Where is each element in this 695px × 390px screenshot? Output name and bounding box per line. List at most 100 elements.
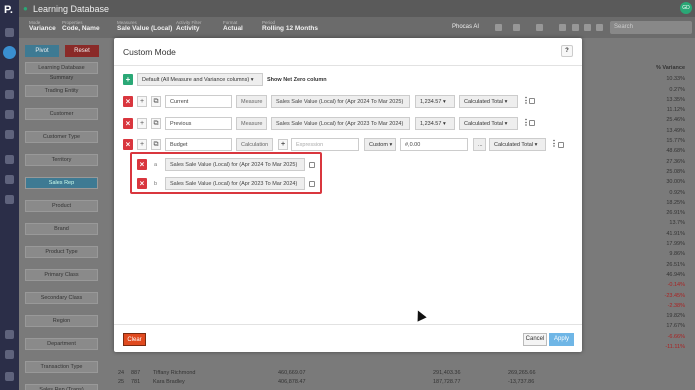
favorites-icon[interactable] [5, 70, 14, 79]
remove-row-button[interactable]: × [123, 96, 133, 107]
variance-column: % Variance 10.33% 0.27% 13.35% 11.12% 25.46%… [635, 65, 685, 354]
help-icon[interactable] [5, 330, 14, 339]
operand-measure-field[interactable]: Sales Sale Value (Local) for (Apr 2024 T… [165, 158, 305, 171]
grid-icon[interactable] [536, 24, 543, 31]
filter-period[interactable]: Period Rolling 12 Months [262, 20, 318, 32]
copy-row-button[interactable]: ⧉ [151, 96, 161, 107]
dimension-item[interactable]: Region [25, 315, 98, 327]
dimension-item[interactable]: Brand [25, 223, 98, 235]
add-row-button[interactable]: + [137, 96, 147, 107]
filter-mode[interactable]: Mode Variance [29, 20, 56, 32]
reports-icon[interactable] [5, 110, 14, 119]
total-type-dropdown[interactable]: Calculated Total ▾ [459, 95, 518, 108]
dimension-item[interactable]: Customer [25, 108, 98, 120]
remove-row-button[interactable]: × [123, 139, 133, 150]
row-checkbox[interactable] [558, 142, 564, 148]
column-name-input[interactable]: Previous [165, 117, 232, 130]
remove-operand-button[interactable]: × [137, 159, 147, 170]
filter-measures[interactable]: Measures Sale Value (Local) [117, 20, 172, 32]
more-icon[interactable] [596, 24, 603, 31]
custom-format-input[interactable]: #,0.00 [400, 138, 468, 151]
expression-input[interactable]: Expression [291, 138, 359, 151]
copy-row-button[interactable]: ⧉ [151, 139, 161, 150]
measure-field[interactable]: Sales Sale Value (Local) for (Apr 2023 T… [271, 117, 410, 130]
remove-row-button[interactable]: × [123, 118, 133, 129]
dimension-item[interactable]: Product Type [25, 246, 98, 258]
add-column-button[interactable]: + [123, 74, 133, 85]
number-format-dropdown[interactable]: 1,234.57 ▾ [415, 95, 455, 108]
filter-value: Sale Value (Local) [117, 25, 173, 32]
row-checkbox[interactable] [529, 120, 535, 126]
database-icon[interactable] [3, 46, 16, 59]
variance-cell: 26.91% [666, 210, 685, 217]
remove-operand-button[interactable]: × [137, 178, 147, 189]
gear-icon[interactable] [559, 24, 566, 31]
add-operand-button[interactable]: + [278, 139, 288, 150]
number-format-dropdown[interactable]: 1,234.57 ▾ [415, 117, 455, 130]
operand-checkbox[interactable] [309, 181, 315, 187]
settings-icon[interactable] [5, 372, 14, 381]
format-type-dropdown[interactable]: Custom ▾ [364, 138, 396, 151]
dimension-item[interactable]: Trading Entity [25, 85, 98, 97]
add-row-button[interactable]: + [137, 139, 147, 150]
filter-format[interactable]: Format Actual [223, 20, 243, 32]
upload-icon[interactable] [572, 24, 579, 31]
more-options-icon[interactable]: ⋮ [522, 95, 530, 106]
dimension-item[interactable]: Sales Rep [25, 177, 98, 189]
variance-cell: 26.51% [666, 261, 685, 268]
column-name-input[interactable]: Budget [165, 138, 232, 151]
search-input[interactable]: Search [610, 21, 692, 34]
show-net-zero-label[interactable]: Show Net Zero column [267, 77, 327, 83]
measure-field[interactable]: Sales Sale Value (Local) for (Apr 2024 T… [271, 95, 410, 108]
heart-icon[interactable] [5, 175, 14, 184]
default-columns-dropdown[interactable]: Default (All Measure and Variance column… [137, 73, 263, 86]
dimension-item[interactable]: Transaction Type [25, 361, 98, 373]
format-ellipsis-button[interactable]: ... [473, 138, 486, 151]
history-icon[interactable] [5, 155, 14, 164]
dimension-item[interactable]: Territory [25, 154, 98, 166]
dashboard-icon[interactable] [5, 90, 14, 99]
total-type-dropdown[interactable]: Calculated Total ▾ [459, 117, 518, 130]
filter-activity[interactable]: Activity Filter Activity [176, 20, 202, 32]
cube-icon[interactable] [513, 24, 520, 31]
phocas-ai-button[interactable]: Phocas AI [452, 24, 479, 30]
operand-checkbox[interactable] [309, 162, 315, 168]
dimension-item[interactable]: Secondary Class [25, 292, 98, 304]
column-type-label: Measure [236, 95, 268, 108]
dimension-item[interactable]: Customer Type [25, 131, 98, 143]
star-icon[interactable]: ● [23, 4, 28, 13]
add-row-button[interactable]: + [137, 118, 147, 129]
table-row[interactable]: 24 887 Tiffany Richmond 460,669.07 291,403.3… [113, 370, 695, 379]
dimension-item[interactable]: Primary Class [25, 269, 98, 281]
apply-button[interactable]: Apply [549, 333, 574, 346]
variance-cell: 46.94% [666, 271, 685, 278]
operand-letter: a [154, 162, 158, 168]
dimension-item[interactable]: Department [25, 338, 98, 350]
operand-measure-field[interactable]: Sales Sale Value (Local) for (Apr 2023 T… [165, 177, 305, 190]
column-type-label: Measure [236, 117, 268, 130]
reset-button[interactable]: Reset [64, 45, 99, 57]
cloud-icon[interactable] [5, 195, 14, 204]
table-row[interactable]: 25 781 Kara Bradley 406,878.47 187,728.77 -13… [113, 379, 695, 388]
filter-properties[interactable]: Properties Code, Name [62, 20, 100, 32]
column-name-input[interactable]: Current [165, 95, 232, 108]
download-icon[interactable] [584, 24, 591, 31]
home-icon[interactable] [5, 28, 14, 37]
variance-cell: 9.86% [669, 251, 685, 258]
total-type-dropdown[interactable]: Calculated Total ▾ [489, 138, 546, 151]
clear-button[interactable]: Clear [123, 333, 146, 346]
copy-row-button[interactable]: ⧉ [151, 118, 161, 129]
dimension-item[interactable]: Learning Database Summary [25, 62, 98, 81]
more-options-icon[interactable]: ⋮ [522, 117, 530, 128]
chart-icon[interactable] [495, 24, 502, 31]
row-checkbox[interactable] [529, 98, 535, 104]
avatar[interactable]: GD [680, 2, 692, 14]
help-button[interactable]: ? [561, 45, 573, 57]
cancel-button[interactable]: Cancel [523, 333, 547, 346]
dimension-item[interactable]: Sales Rep (Trans) [25, 384, 98, 390]
add-icon[interactable] [5, 350, 14, 359]
more-options-icon[interactable]: ⋮ [550, 138, 558, 149]
dimension-item[interactable]: Product [25, 200, 98, 212]
people-icon[interactable] [5, 130, 14, 139]
pivot-button[interactable]: Pivot [25, 45, 59, 57]
